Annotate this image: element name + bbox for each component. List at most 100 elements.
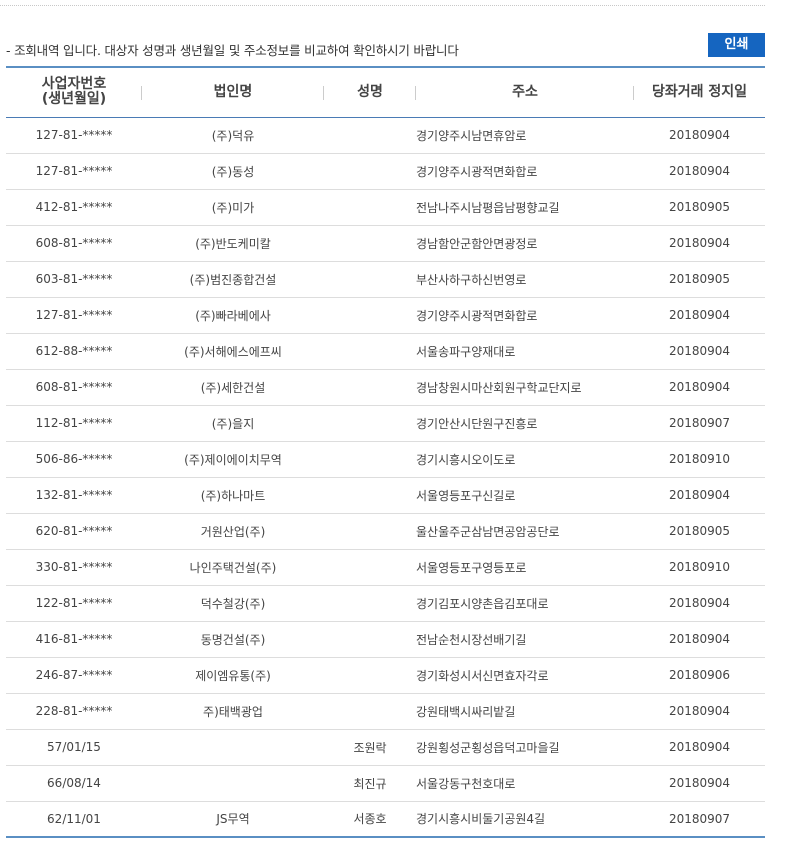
- cell-address: 경기시흥시비둘기공원4길: [416, 812, 546, 827]
- table-row: 330-81-***** 나인주택건설(주) 서울영등포구영등포로 20180910: [6, 549, 765, 586]
- col-header-business-number-line1: 사업자번호: [41, 76, 107, 93]
- cell-corp-name: (주)을지: [142, 405, 324, 442]
- cell-address: 경기양주시남면휴암로: [416, 117, 634, 154]
- cell-corp-name: (주)세한건설: [142, 369, 324, 406]
- cell-address: 부산사하구하신번영로: [416, 261, 634, 298]
- cell-suspension-date: 20180904: [634, 765, 765, 802]
- cell-business-number: 330-81-*****: [6, 549, 142, 586]
- cell-person-name: [324, 333, 416, 370]
- table-row: 127-81-***** (주)빠라베에사 경기양주시광적면화합로 20180904: [6, 297, 765, 334]
- cell-suspension-date: 20180904: [634, 369, 765, 406]
- cell-person-name: [324, 513, 416, 550]
- table-row: 127-81-***** (주)덕유 경기양주시남면휴암로 20180904: [6, 117, 765, 154]
- col-header-person-name: 성명: [324, 67, 416, 118]
- cell-address: 강원태백시싸리밭길: [416, 693, 634, 730]
- cell-corp-name: (주)제이에이치무역: [142, 441, 324, 478]
- cell-corp-name: (주)범진종합건설: [142, 261, 324, 298]
- cell-person-name: [324, 549, 416, 586]
- cell-business-number: 62/11/01: [47, 811, 101, 826]
- table-row: 608-81-***** (주)반도케미칼 경남함안군함안면광정로 20180904: [6, 225, 765, 262]
- cell-person-name: 조원락: [324, 729, 416, 766]
- cell-person-name: [324, 225, 416, 262]
- cell-address: 서울영등포구영등포로: [416, 549, 634, 586]
- table-row: 122-81-***** 덕수철강(주) 경기김포시양촌읍김포대로 20180904: [6, 585, 765, 622]
- cell-corp-name: 제이엠유통(주): [142, 657, 324, 694]
- cell-address: 경기화성시서신면효자각로: [416, 657, 634, 694]
- table-row: 603-81-***** (주)범진종합건설 부산사하구하신번영로 20180905: [6, 261, 765, 298]
- cell-corp-name: (주)하나마트: [142, 477, 324, 514]
- cell-address: 울산울주군삼남면공암공단로: [416, 513, 634, 550]
- cell-corp-name: 동명건설(주): [142, 621, 324, 658]
- table-row: 132-81-***** (주)하나마트 서울영등포구신길로 20180904: [6, 477, 765, 514]
- cell-corp-name: (주)동성: [142, 153, 324, 190]
- cell-business-number: 620-81-*****: [6, 513, 142, 550]
- col-header-business-number: 사업자번호 (생년월일): [6, 67, 142, 118]
- cell-corp-name: (주)서해에스에프씨: [142, 333, 324, 370]
- cell-business-number: 608-81-*****: [6, 225, 142, 262]
- cell-person-name: [324, 117, 416, 154]
- cell-address: 경기김포시양촌읍김포대로: [416, 585, 634, 622]
- cell-corp-name: (주)반도케미칼: [142, 225, 324, 262]
- table-row: 127-81-***** (주)동성 경기양주시광적면화합로 20180904: [6, 153, 765, 190]
- table-row: 112-81-***** (주)을지 경기안산시단원구진흥로 20180907: [6, 405, 765, 442]
- cell-address: 경남창원시마산회원구학교단지로: [416, 369, 634, 406]
- cell-business-number: 132-81-*****: [6, 477, 142, 514]
- cell-business-number: 122-81-*****: [6, 585, 142, 622]
- cell-address: 경기양주시광적면화합로: [416, 297, 634, 334]
- cell-suspension-date: 20180907: [668, 811, 731, 826]
- cell-person-name: [324, 621, 416, 658]
- cell-corp-name: (주)미가: [142, 189, 324, 226]
- cell-suspension-date: 20180907: [634, 405, 765, 442]
- cell-address: 경기양주시광적면화합로: [416, 153, 634, 190]
- cell-person-name: [324, 297, 416, 334]
- table-row: 57/01/15 조원락 강원횡성군횡성읍덕고마을길 20180904: [6, 729, 765, 766]
- table-row: 608-81-***** (주)세한건설 경남창원시마산회원구학교단지로 201809…: [6, 369, 765, 406]
- cell-address: 경기시흥시오이도로: [416, 441, 634, 478]
- cell-address: 서울강동구천호대로: [416, 765, 634, 802]
- print-button[interactable]: 인쇄: [708, 33, 765, 57]
- cell-corp-name: 거원산업(주): [142, 513, 324, 550]
- cell-person-name: [324, 261, 416, 298]
- cell-corp-name: [142, 729, 324, 766]
- table-row: 506-86-***** (주)제이에이치무역 경기시흥시오이도로 20180910: [6, 441, 765, 478]
- cell-business-number: 246-87-*****: [6, 657, 142, 694]
- col-header-corp-name: 법인명: [142, 67, 324, 118]
- table-body: 127-81-***** (주)덕유 경기양주시남면휴암로 20180904 127-8…: [6, 117, 765, 837]
- cell-address: 강원횡성군횡성읍덕고마을길: [416, 729, 634, 766]
- cell-person-name: [324, 693, 416, 730]
- cell-suspension-date: 20180910: [634, 549, 765, 586]
- col-header-address: 주소: [416, 67, 634, 118]
- cell-corp-name: (주)빠라베에사: [142, 297, 324, 334]
- cell-address: 서울영등포구신길로: [416, 477, 634, 514]
- cell-suspension-date: 20180904: [634, 585, 765, 622]
- cell-person-name: [324, 585, 416, 622]
- table-row: 416-81-***** 동명건설(주) 전남순천시장선배기길 20180904: [6, 621, 765, 658]
- cell-person-name: 서종호: [353, 812, 387, 827]
- cell-person-name: 최진규: [324, 765, 416, 802]
- notice-text: - 조회내역 입니다. 대상자 성명과 생년월일 및 주소정보를 비교하여 확인…: [6, 43, 459, 58]
- cell-person-name: [324, 153, 416, 190]
- cell-suspension-date: 20180904: [634, 477, 765, 514]
- cell-suspension-date: 20180904: [634, 153, 765, 190]
- cell-business-number: 127-81-*****: [6, 117, 142, 154]
- cell-person-name: [324, 477, 416, 514]
- cell-person-name: [324, 657, 416, 694]
- cell-business-number: 603-81-*****: [6, 261, 142, 298]
- cell-suspension-date: 20180904: [634, 693, 765, 730]
- cell-business-number: 612-88-*****: [6, 333, 142, 370]
- cell-business-number: 506-86-*****: [6, 441, 142, 478]
- table-row: 228-81-***** 주)태백광업 강원태백시싸리밭길 20180904: [6, 693, 765, 730]
- table-row: 66/08/14 최진규 서울강동구천호대로 20180904: [6, 765, 765, 802]
- cell-business-number: 57/01/15: [6, 729, 142, 766]
- cell-suspension-date: 20180904: [634, 297, 765, 334]
- cell-suspension-date: 20180904: [634, 729, 765, 766]
- cell-person-name: [324, 405, 416, 442]
- cell-suspension-date: 20180906: [634, 657, 765, 694]
- cell-person-name: [324, 441, 416, 478]
- cell-corp-name: (주)덕유: [142, 117, 324, 154]
- cell-address: 전남순천시장선배기길: [416, 621, 634, 658]
- cell-suspension-date: 20180905: [634, 513, 765, 550]
- cell-suspension-date: 20180904: [634, 621, 765, 658]
- table-row: 612-88-***** (주)서해에스에프씨 서울송파구양재대로 20180904: [6, 333, 765, 370]
- table-row: 246-87-***** 제이엠유통(주) 경기화성시서신면효자각로 20180906: [6, 657, 765, 694]
